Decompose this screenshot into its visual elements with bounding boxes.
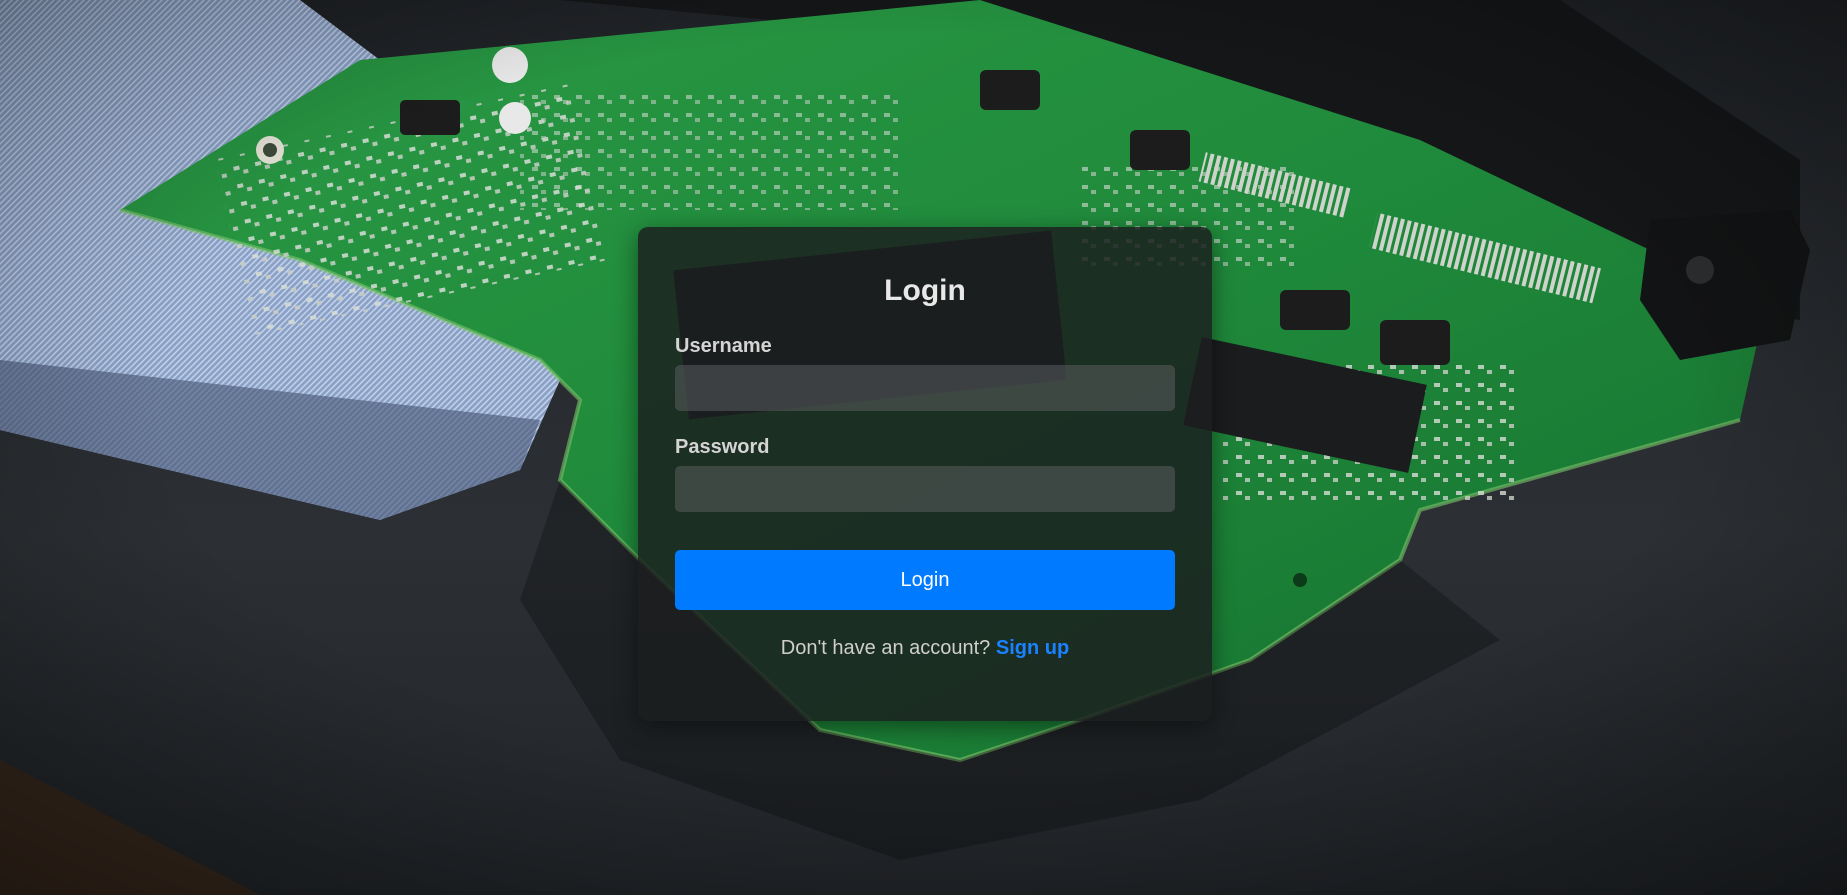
username-input[interactable] [675,365,1175,411]
signup-prompt-row: Don't have an account? Sign up [675,636,1175,660]
login-title: Login [884,274,966,307]
signup-link[interactable]: Sign up [996,637,1069,659]
signup-prompt-text: Don't have an account? [780,637,991,659]
login-card: Login Username Password Login Don't have… [638,227,1212,721]
username-label: Username [675,335,772,357]
password-input[interactable] [675,466,1175,512]
password-label: Password [675,436,770,458]
login-button[interactable]: Login [675,550,1175,610]
